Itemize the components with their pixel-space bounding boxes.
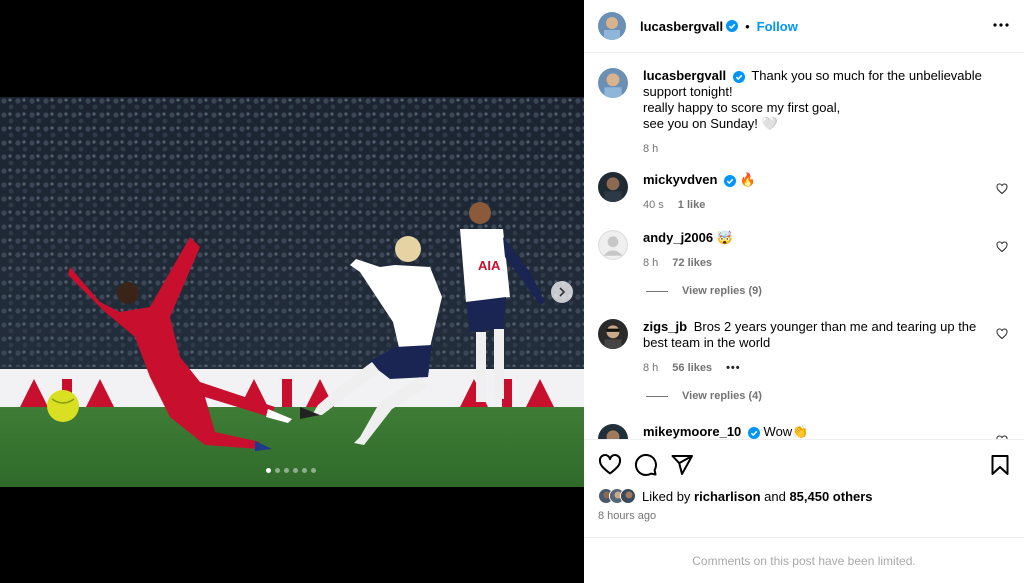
like-comment-heart-icon[interactable] [996, 327, 1008, 345]
comment-username[interactable]: mickyvdven [643, 172, 717, 187]
likes-middle: and [760, 488, 790, 504]
carousel-dot [293, 468, 298, 473]
caption-time: 8 h [643, 143, 659, 155]
verified-badge-icon [726, 20, 739, 32]
commenter-avatar[interactable] [598, 424, 628, 439]
view-replies-button[interactable]: View replies (9) [646, 285, 762, 297]
likes-prefix: Liked by [642, 488, 695, 504]
comment-likes[interactable]: 72 likes [672, 255, 712, 271]
comment-text: Bros 2 years younger than me and tearing… [643, 319, 977, 350]
comment-likes[interactable]: 56 likes [672, 360, 712, 376]
more-options-icon[interactable] [992, 16, 1010, 39]
share-icon[interactable] [670, 453, 694, 477]
instagram-post-view: AIA lucasbergvall • Follow lucasbergvall… [0, 0, 1024, 583]
comment-username[interactable]: zigs_jb [643, 319, 687, 334]
view-replies-label: View replies (4) [682, 390, 762, 402]
carousel-next-button[interactable] [551, 281, 573, 303]
carousel-dot [302, 468, 307, 473]
heart-icon[interactable] [598, 453, 622, 477]
replies-divider [646, 395, 668, 397]
post-details-panel: lucasbergvall • Follow lucasbergvall Tha… [584, 0, 1024, 583]
liked-by-user[interactable]: richarlison [694, 489, 760, 504]
post-time[interactable]: 8 hours ago [598, 510, 656, 522]
verified-badge-icon [724, 174, 737, 187]
bookmark-icon[interactable] [988, 453, 1012, 482]
comment-time: 8 h [643, 257, 659, 269]
comments-limited-notice: Comments on this post have been limited. [584, 537, 1024, 583]
post-caption: lucasbergvall Thank you so much for the … [598, 68, 1008, 158]
comment-text: 🤯 [716, 230, 733, 245]
comment-likes[interactable]: 1 like [678, 197, 706, 213]
commenter-avatar[interactable] [598, 319, 628, 349]
like-comment-heart-icon[interactable] [996, 240, 1008, 258]
comments-list[interactable]: lucasbergvall Thank you so much for the … [584, 54, 1024, 439]
carousel-dot [275, 468, 280, 473]
commenter-avatar[interactable] [598, 172, 628, 202]
comment-time: 8 h [643, 362, 659, 374]
caption-username[interactable]: lucasbergvall [643, 68, 726, 83]
comment-text: Wow👏 [763, 424, 809, 439]
verified-badge-icon [747, 426, 760, 439]
liker-avatar[interactable] [620, 488, 636, 504]
post-actions: Liked by richarlison and 85,450 others 8… [584, 439, 1024, 583]
comment-item: zigs_jb Bros 2 years younger than me and… [598, 319, 1008, 379]
comment-time: 40 s [643, 199, 664, 211]
comment-item: mickyvdven 🔥 40 s 1 like [598, 172, 1008, 217]
post-photo: AIA [0, 97, 584, 487]
liker-avatars [598, 488, 636, 504]
svg-text:AIA: AIA [478, 258, 501, 273]
caption-avatar[interactable] [598, 68, 628, 98]
header-separator: • [745, 18, 750, 34]
author-username[interactable]: lucasbergvall [640, 19, 723, 34]
comment-username[interactable]: andy_j2006 [643, 230, 713, 245]
chevron-right-icon [559, 287, 566, 297]
like-comment-heart-icon[interactable] [996, 182, 1008, 200]
comment-item: mikeymoore_10 Wow👏 [598, 424, 1008, 439]
comment-username[interactable]: mikeymoore_10 [643, 424, 741, 439]
likes-summary: Liked by richarlison and 85,450 others [598, 488, 873, 504]
commenter-avatar[interactable] [598, 230, 628, 260]
replies-divider [646, 290, 668, 292]
comment-item: andy_j2006 🤯 8 h 72 likes [598, 230, 1008, 275]
author-avatar[interactable] [598, 12, 626, 40]
comment-icon[interactable] [634, 453, 658, 477]
media-panel: AIA [0, 0, 584, 583]
comment-text: 🔥 [739, 172, 756, 187]
comment-more-options[interactable]: ••• [726, 360, 741, 376]
carousel-indicator [266, 468, 316, 473]
carousel-dot [266, 468, 271, 473]
carousel-dot [311, 468, 316, 473]
follow-button[interactable]: Follow [757, 19, 798, 34]
carousel-dot [284, 468, 289, 473]
view-replies-label: View replies (9) [682, 285, 762, 297]
likes-count[interactable]: 85,450 others [789, 489, 872, 504]
post-header: lucasbergvall • Follow [584, 0, 1024, 53]
verified-badge-icon [732, 70, 745, 83]
view-replies-button[interactable]: View replies (4) [646, 390, 762, 402]
